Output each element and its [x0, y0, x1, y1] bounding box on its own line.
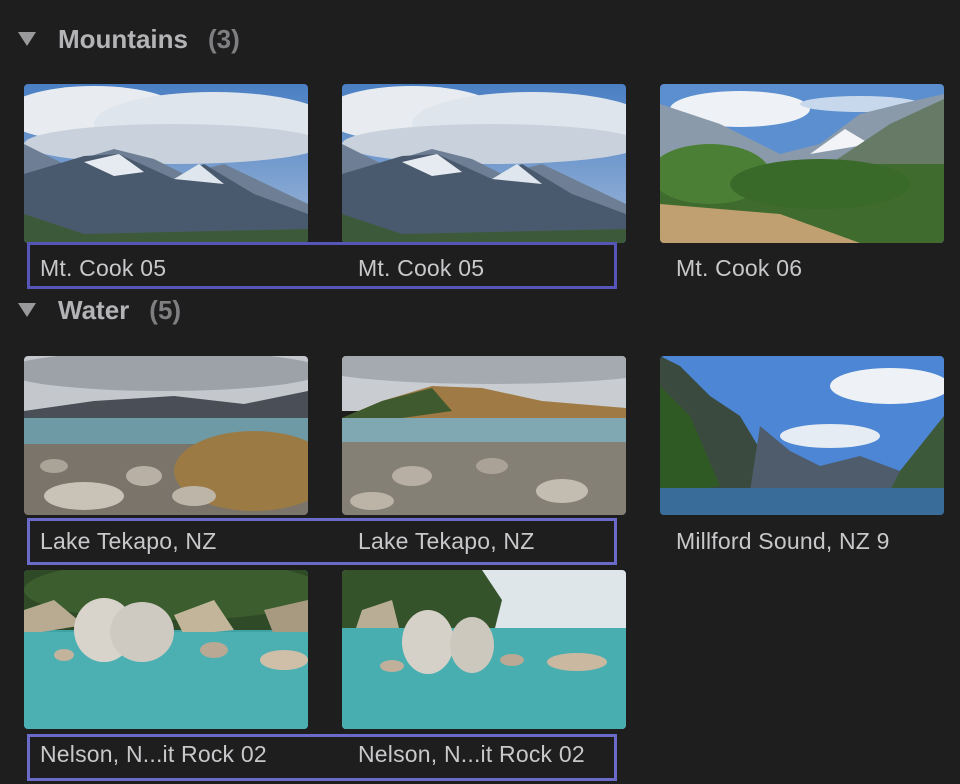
clip-name[interactable]: Mt. Cook 05 — [358, 255, 484, 282]
clip-thumbnail-split-rock-image[interactable] — [24, 570, 308, 729]
disclosure-triangle-icon[interactable] — [18, 31, 40, 47]
clip-thumbnail-mountain-clouds-image[interactable] — [24, 84, 308, 243]
clip-thumbnail-fjord-image[interactable] — [660, 356, 944, 515]
clip-thumbnail-lake-shore-image[interactable] — [24, 356, 308, 515]
clip-thumbnail-split-rock-image[interactable] — [342, 570, 626, 729]
clip-name[interactable]: Nelson, N...it Rock 02 — [358, 741, 585, 768]
section-title: Mountains — [58, 23, 188, 54]
section-header-mountains[interactable]: Mountains (3) — [18, 21, 240, 57]
section-count: (3) — [208, 23, 240, 54]
clip-name[interactable]: Nelson, N...it Rock 02 — [40, 741, 267, 768]
clip-thumbnail-lake-shore-image[interactable] — [342, 356, 626, 515]
section-count: (5) — [149, 294, 182, 325]
clip-name[interactable]: Mt. Cook 05 — [40, 255, 166, 282]
section-header-water[interactable]: Water (5) — [18, 292, 181, 328]
clip-name[interactable]: Lake Tekapo, NZ — [40, 528, 216, 555]
clip-thumbnail-mountain-clouds-image[interactable] — [342, 84, 626, 243]
disclosure-triangle-icon[interactable] — [18, 302, 40, 318]
clip-thumbnail-mountain-valley-image[interactable] — [660, 84, 944, 243]
clip-name[interactable]: Lake Tekapo, NZ — [358, 528, 534, 555]
clip-name[interactable]: Millford Sound, NZ 9 — [676, 528, 890, 555]
clip-name[interactable]: Mt. Cook 06 — [676, 255, 802, 282]
section-title: Water — [58, 294, 130, 325]
